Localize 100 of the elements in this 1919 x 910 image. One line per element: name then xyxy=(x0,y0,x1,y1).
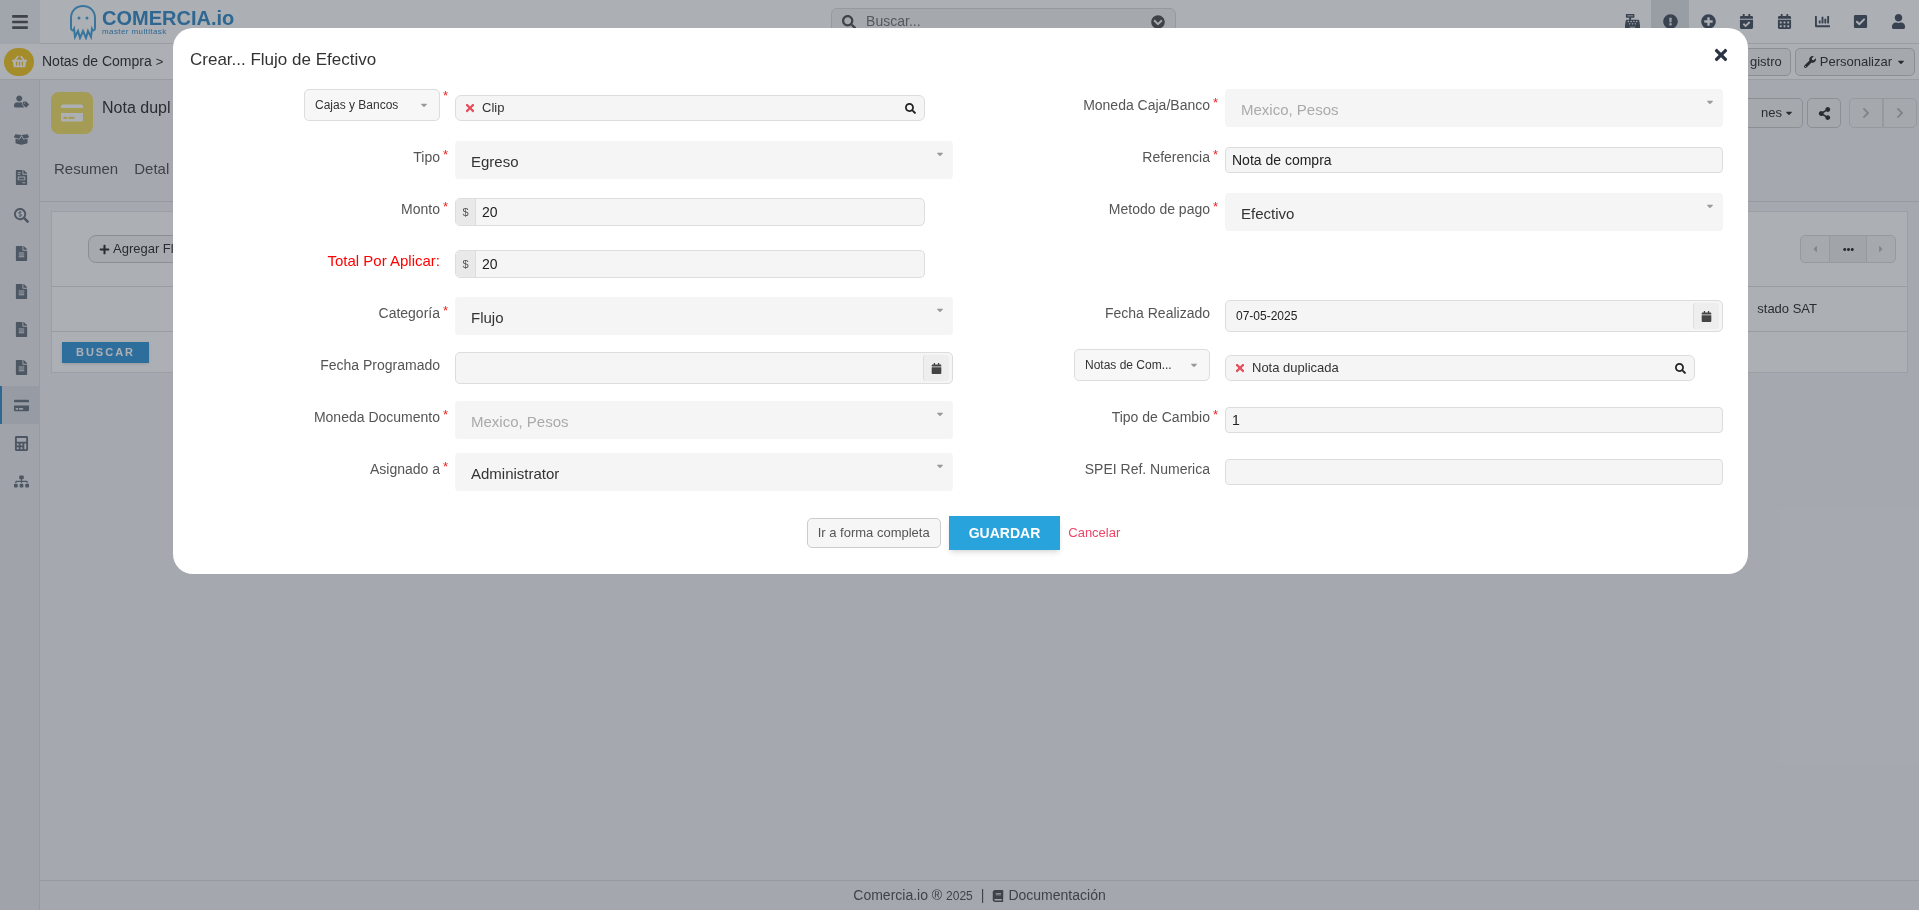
required-mark: * xyxy=(442,146,449,165)
user-tag-icon xyxy=(13,93,29,109)
menu-button[interactable] xyxy=(0,0,40,44)
field-label: Total Por Aplicar: xyxy=(327,250,440,271)
input-field[interactable]: Nota de compra xyxy=(1225,147,1723,173)
menu-icon xyxy=(11,12,29,31)
date-field[interactable]: 07-05-2025 xyxy=(1225,300,1723,332)
date-field[interactable] xyxy=(455,352,953,384)
more-button[interactable] xyxy=(1830,235,1866,263)
currency-prefix: $ xyxy=(456,199,476,225)
search-icon[interactable] xyxy=(1675,362,1686,374)
tab[interactable]: Resumen xyxy=(54,158,119,181)
calendar-icon xyxy=(1701,310,1712,322)
required-mark: * xyxy=(442,198,449,217)
record-title: Nota dupl xyxy=(102,98,171,118)
field-label: Referencia xyxy=(1142,147,1210,167)
select-field[interactable]: Efectivo xyxy=(1225,193,1723,231)
amount-field[interactable]: $ 20 xyxy=(455,250,925,278)
tab[interactable]: Detal xyxy=(134,158,170,181)
field-label: Moneda Documento xyxy=(313,407,440,427)
calendar-check-icon xyxy=(1738,14,1754,29)
field-label: Fecha Programado xyxy=(320,355,440,375)
close-button[interactable] xyxy=(1712,46,1730,64)
box-icon xyxy=(13,131,29,147)
bar-chart-icon xyxy=(1814,14,1830,29)
lookup-field[interactable]: Clip xyxy=(455,95,925,121)
plus-icon xyxy=(99,243,110,255)
field-label: SPEI Ref. Numerica xyxy=(1084,459,1210,479)
wrench-icon xyxy=(1803,55,1816,68)
amount-field[interactable]: $ 20 xyxy=(455,198,925,226)
type-selector[interactable]: Cajas y Bancos xyxy=(304,89,440,121)
chevron-right-icon xyxy=(1894,107,1906,119)
calendar-icon xyxy=(931,362,942,374)
field-label: Fecha Realizado xyxy=(1104,303,1210,323)
lookup-value: Clip xyxy=(482,99,505,118)
required-mark: * xyxy=(442,458,449,477)
document-icon xyxy=(13,359,29,375)
breadcrumb-separator: > xyxy=(155,52,164,71)
select-field[interactable]: Flujo xyxy=(455,297,953,335)
search-icon[interactable] xyxy=(905,102,916,114)
lookup-field[interactable]: Nota duplicada xyxy=(1225,355,1695,381)
sitemap-icon xyxy=(13,473,29,489)
calendar-button[interactable] xyxy=(923,355,949,381)
documentation-link[interactable]: Documentación xyxy=(992,885,1106,906)
clear-icon[interactable] xyxy=(1234,362,1246,374)
record-icon xyxy=(51,92,93,134)
type-selector[interactable]: Notas de Com... xyxy=(1074,349,1210,381)
book-icon xyxy=(992,889,1005,902)
required-mark: * xyxy=(1212,406,1219,425)
column-header: stado SAT xyxy=(1757,300,1817,319)
footer-separator: | xyxy=(980,886,985,905)
calculator-icon xyxy=(13,435,29,451)
invoice-icon xyxy=(13,169,29,185)
field-label: Metodo de pago xyxy=(1108,199,1210,219)
required-mark: * xyxy=(442,87,449,105)
customize-button[interactable]: Personalizar xyxy=(1794,47,1915,76)
dialog-title: Crear... Flujo de Efectivo xyxy=(190,48,377,71)
required-mark: * xyxy=(442,406,449,425)
sidebar-item[interactable] xyxy=(0,386,40,424)
brand-tagline: master multitask xyxy=(102,27,168,36)
basket-icon xyxy=(11,54,27,69)
field-label: Monto xyxy=(401,199,440,219)
lookup-value: Nota duplicada xyxy=(1252,359,1339,378)
document-icon xyxy=(13,321,29,337)
field-label: Asignado a xyxy=(369,459,440,479)
search-dollar-icon xyxy=(13,207,29,223)
octopus-logo-icon xyxy=(68,3,98,40)
required-mark: * xyxy=(1212,94,1219,113)
select-field[interactable]: Egreso xyxy=(455,141,953,179)
field-label: Tipo de Cambio xyxy=(1111,407,1210,427)
field-label: Categoría xyxy=(378,303,440,323)
search-field[interactable]: Buscar... xyxy=(866,11,1142,32)
calendar-icon xyxy=(1776,14,1792,29)
clear-icon[interactable] xyxy=(464,102,476,114)
alert-icon xyxy=(1662,14,1678,29)
input-field[interactable] xyxy=(1225,459,1723,485)
user-icon xyxy=(1890,14,1906,29)
chevron-right-icon xyxy=(1860,107,1872,119)
breadcrumb-link[interactable]: Notas de Compra xyxy=(42,51,152,72)
copyright-text: Comercia.io ® 2025 xyxy=(853,886,973,905)
share-icon xyxy=(1817,106,1831,120)
close-icon xyxy=(1712,46,1730,64)
cash-register-icon xyxy=(1624,14,1640,29)
brand-name: COMERCIA.io xyxy=(102,7,235,28)
currency-prefix: $ xyxy=(456,251,476,277)
required-mark: * xyxy=(1212,198,1219,217)
credit-card-icon xyxy=(13,397,29,413)
cancel-link[interactable]: Cancelar xyxy=(1068,523,1121,543)
input-field[interactable]: 1 xyxy=(1225,407,1723,433)
search-icon xyxy=(842,14,857,29)
add-icon xyxy=(1700,14,1716,29)
field-label: Tipo xyxy=(413,147,440,167)
actions-dropdown[interactable]: nes xyxy=(1747,98,1803,128)
full-form-button[interactable]: Ir a forma completa xyxy=(806,518,941,548)
document-icon xyxy=(13,245,29,261)
required-mark: * xyxy=(442,302,449,321)
share-button[interactable] xyxy=(1807,98,1841,128)
select-field[interactable]: Administrator xyxy=(455,453,953,491)
calendar-button[interactable] xyxy=(1693,303,1719,329)
document-icon xyxy=(13,283,29,299)
